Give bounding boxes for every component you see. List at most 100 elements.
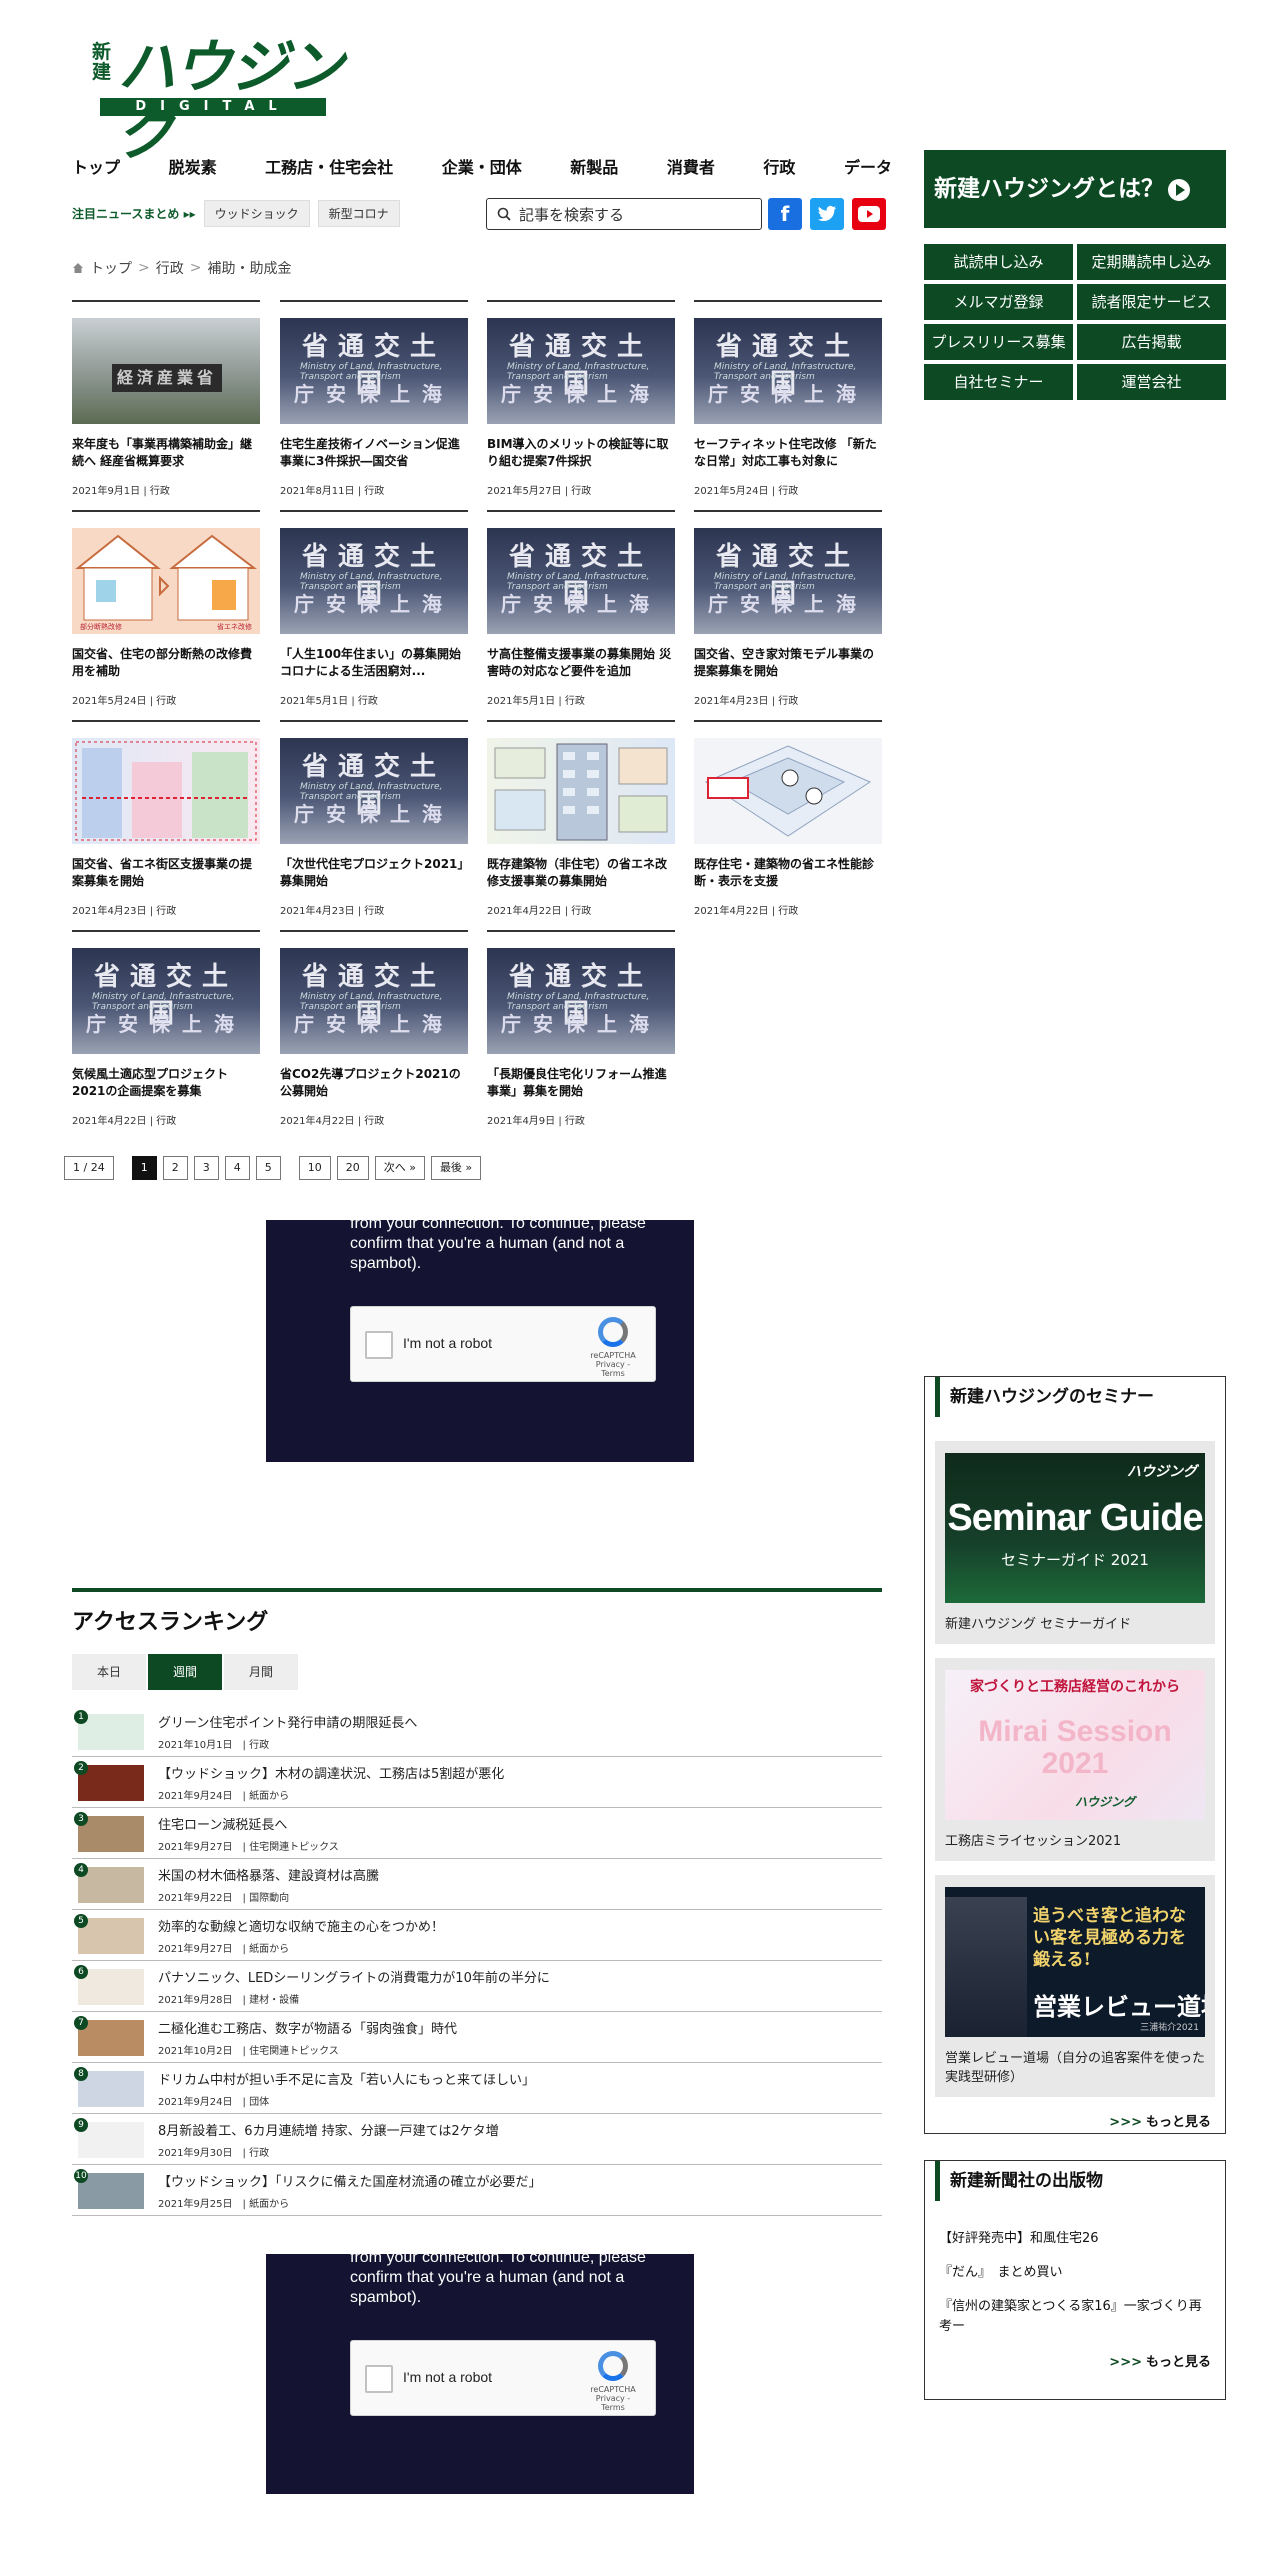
article-title[interactable]: BIM導入のメリットの検証等に取り組む提案7件採択	[487, 436, 675, 470]
company-button[interactable]: 運営会社	[1077, 364, 1226, 400]
article-title[interactable]: 国交省、空き家対策モデル事業の提案募集を開始	[694, 646, 882, 680]
rank-title[interactable]: 【ウッドショック】「リスクに備えた国産材流通の確立が必要だ」	[158, 2171, 542, 2190]
article-card[interactable]: 省通交土国 Ministry of Land, Infrastructure, T…	[280, 930, 468, 1127]
article-title[interactable]: 国交省、住宅の部分断熱の改修費用を補助	[72, 646, 260, 680]
rank-thumbnail[interactable]	[78, 2020, 144, 2056]
article-thumbnail[interactable]: 経済産業省	[72, 318, 260, 424]
article-title[interactable]: 国交省、省エネ街区支援事業の提案募集を開始	[72, 856, 260, 890]
rank-category[interactable]: 行政	[249, 2148, 269, 2159]
article-title[interactable]: 気候風土適応型プロジェクト2021の企画提案を募集	[72, 1066, 260, 1100]
ranking-item[interactable]: 6 パナソニック、LEDシーリングライトの消費電力が10年前の半分に 2021年9月…	[72, 1961, 882, 2012]
rank-title[interactable]: 住宅ローン減税延長へ	[158, 1814, 287, 1833]
ranking-item[interactable]: 1 グリーン住宅ポイント発行申請の期限延長へ 2021年10月1日 | 行政	[72, 1706, 882, 1757]
seminar-card[interactable]: 追うべき客と追わない客を見極める力を鍛える! 営業レビュー道場 三浦祐介2021…	[935, 1875, 1215, 2097]
rank-category[interactable]: 建材・設備	[249, 1995, 299, 2006]
article-category[interactable]: 行政	[571, 906, 591, 917]
tab-monthly[interactable]: 月間	[224, 1654, 298, 1690]
article-card[interactable]: 省通交土国 Ministry of Land, Infrastructure, T…	[280, 720, 468, 917]
ranking-item[interactable]: 3 住宅ローン減税延長へ 2021年9月27日 | 住宅関連トピックス	[72, 1808, 882, 1859]
article-card[interactable]: 省通交土国 Ministry of Land, Infrastructure, T…	[694, 510, 882, 707]
nav-item-consumers[interactable]: 消費者	[667, 154, 715, 184]
article-thumbnail[interactable]: 省通交土国 Ministry of Land, Infrastructure, T…	[280, 528, 468, 634]
article-thumbnail[interactable]: 省通交土国 Ministry of Land, Infrastructure, T…	[280, 318, 468, 424]
publication-item[interactable]: 『だん』 まとめ買い	[925, 2263, 1225, 2283]
article-title[interactable]: セーフティネット住宅改修 「新たな日常」対応工事も対象に	[694, 436, 882, 470]
youtube-icon[interactable]	[852, 198, 886, 230]
article-category[interactable]: 行政	[364, 1116, 384, 1127]
rank-title[interactable]: 米国の材木価格暴落、建設資材は高騰	[158, 1865, 379, 1884]
rank-thumbnail[interactable]	[78, 1969, 144, 2005]
ranking-item[interactable]: 10 【ウッドショック】「リスクに備えた国産材流通の確立が必要だ」 2021年9月2…	[72, 2165, 882, 2216]
rank-title[interactable]: ドリカム中村が担い手不足に言及「若い人にもっと来てほしい」	[158, 2069, 535, 2088]
seminar-card[interactable]: ハウジング Seminar Guide セミナーガイド 2021 新建ハウジング…	[935, 1441, 1215, 1644]
rank-title[interactable]: グリーン住宅ポイント発行申請の期限延長へ	[158, 1712, 417, 1731]
rank-title[interactable]: 【ウッドショック】木材の調達状況、工務店は5割超が悪化	[158, 1763, 504, 1782]
recaptcha-checkbox[interactable]	[365, 2365, 393, 2393]
pager-page-10[interactable]: 10	[298, 1156, 331, 1180]
tab-weekly[interactable]: 週間	[148, 1654, 222, 1690]
rank-category[interactable]: 行政	[249, 1740, 269, 1751]
rank-thumbnail[interactable]	[78, 2122, 144, 2158]
article-thumbnail[interactable]: 省通交土国 Ministry of Land, Infrastructure, T…	[694, 528, 882, 634]
pager-page-1[interactable]: 1	[131, 1156, 157, 1180]
article-thumbnail[interactable]: 部分断熱改修 省エネ改修	[72, 528, 260, 634]
subscribe-button[interactable]: 定期購読申し込み	[1077, 244, 1226, 280]
reader-service-button[interactable]: 読者限定サービス	[1077, 284, 1226, 320]
article-category[interactable]: 行政	[778, 486, 798, 497]
press-release-button[interactable]: プレスリリース募集	[924, 324, 1073, 360]
rank-category[interactable]: 紙面から	[249, 2199, 289, 2210]
ranking-item[interactable]: 5 効率的な動線と適切な収納で施主の心をつかめ！ 2021年9月27日 | 紙面から	[72, 1910, 882, 1961]
seminar-button[interactable]: 自社セミナー	[924, 364, 1073, 400]
article-category[interactable]: 行政	[778, 696, 798, 707]
pager-page-20[interactable]: 20	[336, 1156, 369, 1180]
article-thumbnail[interactable]	[487, 738, 675, 844]
recaptcha-checkbox[interactable]	[365, 1331, 393, 1359]
article-title[interactable]: 既存建築物（非住宅）の省エネ改修支援事業の募集開始	[487, 856, 675, 890]
article-category[interactable]: 行政	[150, 486, 170, 497]
nav-item-government[interactable]: 行政	[763, 154, 795, 184]
publications-more-link[interactable]: >>> もっと見る	[925, 2351, 1225, 2370]
article-thumbnail[interactable]: 省通交土国 Ministry of Land, Infrastructure, T…	[487, 318, 675, 424]
rank-thumbnail[interactable]	[78, 1918, 144, 1954]
publication-item[interactable]: 【好評発売中】和風住宅26	[925, 2229, 1225, 2249]
article-category[interactable]: 行政	[778, 906, 798, 917]
seminar-more-link[interactable]: >>> もっと見る	[925, 2111, 1225, 2130]
rank-category[interactable]: 団体	[249, 2097, 269, 2108]
ranking-item[interactable]: 9 8月新設着工、6カ月連続増 持家、分譲一戸建ては2ケタ増 2021年9月30日 …	[72, 2114, 882, 2165]
article-thumbnail[interactable]: 省通交土国 Ministry of Land, Infrastructure, T…	[280, 948, 468, 1054]
rank-title[interactable]: 8月新設着工、6カ月連続増 持家、分譲一戸建ては2ケタ増	[158, 2120, 499, 2139]
rank-category[interactable]: 紙面から	[249, 1944, 289, 1955]
trial-button[interactable]: 試読申し込み	[924, 244, 1073, 280]
rank-thumbnail[interactable]	[78, 2071, 144, 2107]
article-card[interactable]: 省通交土国 Ministry of Land, Infrastructure, T…	[694, 300, 882, 497]
article-card[interactable]: 省通交土国 Ministry of Land, Infrastructure, T…	[280, 300, 468, 497]
pager-next[interactable]: 次へ »	[374, 1156, 425, 1180]
rank-thumbnail[interactable]	[78, 1714, 144, 1750]
rank-category[interactable]: 紙面から	[249, 1791, 289, 1802]
article-category[interactable]: 行政	[358, 696, 378, 707]
article-thumbnail[interactable]: 省通交土国 Ministry of Land, Infrastructure, T…	[280, 738, 468, 844]
article-title[interactable]: サ高住整備支援事業の募集開始 災害時の対応など要件を追加	[487, 646, 675, 680]
rank-category[interactable]: 住宅関連トピックス	[249, 2046, 339, 2057]
recaptcha-links[interactable]: Privacy - Terms	[583, 2394, 643, 2412]
pager-page-3[interactable]: 3	[193, 1156, 219, 1180]
ranking-item[interactable]: 7 二極化進む工務店、数字が物語る「弱肉強食」時代 2021年10月2日 | 住宅関…	[72, 2012, 882, 2063]
pager-page-4[interactable]: 4	[224, 1156, 250, 1180]
breadcrumb-government[interactable]: 行政	[156, 258, 184, 278]
article-thumbnail[interactable]	[694, 738, 882, 844]
nav-item-top[interactable]: トップ	[72, 154, 120, 184]
tab-today[interactable]: 本日	[72, 1654, 146, 1690]
recaptcha-links[interactable]: Privacy - Terms	[583, 1360, 643, 1378]
pager-last[interactable]: 最後 »	[430, 1156, 482, 1180]
twitter-icon[interactable]	[810, 198, 844, 230]
article-card[interactable]: 部分断熱改修 省エネ改修 国交省、住宅の部分断熱の改修費用を補助 2021年5月24日…	[72, 510, 260, 707]
article-category[interactable]: 行政	[156, 1116, 176, 1127]
rank-category[interactable]: 国際動向	[249, 1893, 289, 1904]
nav-item-products[interactable]: 新製品	[570, 154, 618, 184]
seminar-card[interactable]: 家づくりと工務店経営のこれから Mirai Session 2021 ハウジング…	[935, 1658, 1215, 1861]
article-thumbnail[interactable]: 省通交土国 Ministry of Land, Infrastructure, T…	[487, 948, 675, 1054]
article-card[interactable]: 省通交土国 Ministry of Land, Infrastructure, T…	[72, 930, 260, 1127]
article-category[interactable]: 行政	[364, 486, 384, 497]
ranking-item[interactable]: 2 【ウッドショック】木材の調達状況、工務店は5割超が悪化 2021年9月24日 |…	[72, 1757, 882, 1808]
article-card[interactable]: 国交省、省エネ街区支援事業の提案募集を開始 2021年4月23日 | 行政	[72, 720, 260, 917]
